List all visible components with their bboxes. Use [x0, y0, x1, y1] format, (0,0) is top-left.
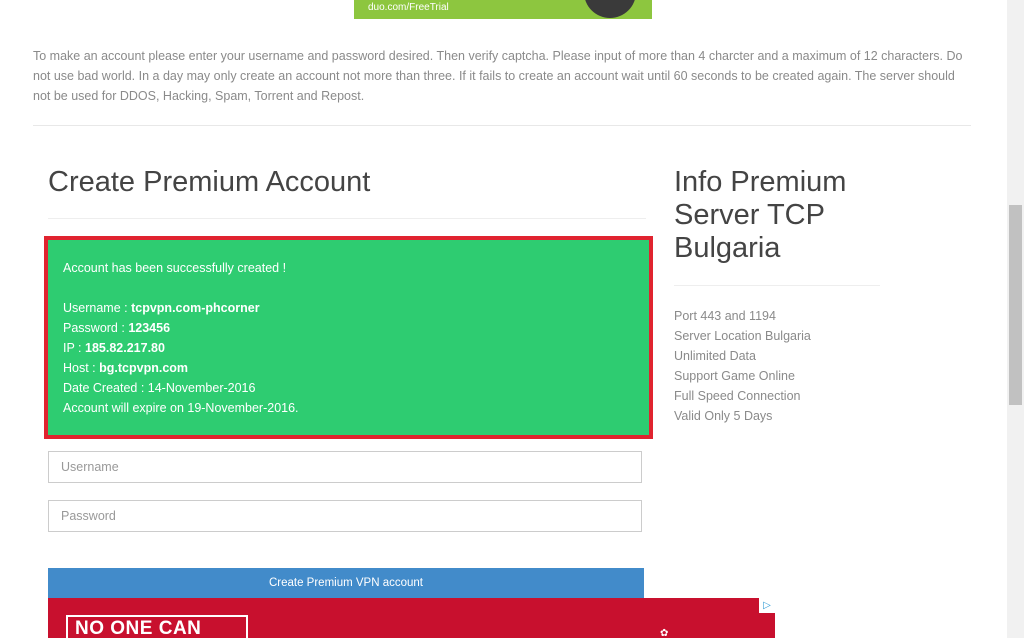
ad-url-text: duo.com/FreeTrial	[368, 2, 449, 13]
password-input[interactable]	[48, 500, 642, 532]
ip-value: 185.82.217.80	[85, 341, 165, 355]
ip-line: IP : 185.82.217.80	[63, 338, 649, 358]
password-value: 123456	[128, 321, 171, 335]
list-item: Unlimited Data	[674, 349, 756, 363]
username-input[interactable]	[48, 451, 642, 483]
list-item: Support Game Online	[674, 369, 795, 383]
top-ad-banner[interactable]: duo.com/FreeTrial	[354, 0, 652, 19]
host-value: bg.tcpvpn.com	[99, 361, 189, 375]
username-label: Username :	[63, 301, 132, 315]
create-account-button[interactable]: Create Premium VPN account	[48, 568, 644, 599]
host-label: Host :	[63, 361, 100, 375]
server-info-list: Port 443 and 1194 Server Location Bulgar…	[674, 306, 811, 426]
expire-date: Account will expire on 19-November-2016.	[63, 401, 299, 415]
password-line: Password : 123456	[63, 318, 649, 338]
list-item: Port 443 and 1194	[674, 309, 776, 323]
username-line: Username : tcpvpn.com-phcorner	[63, 298, 649, 318]
adchoices-icon[interactable]: ▷	[759, 598, 775, 613]
list-item: Full Speed Connection	[674, 389, 801, 403]
date-created: Date Created : 14-November-2016	[63, 381, 256, 395]
bottom-ad-banner[interactable]: NO ONE CAN ✿ ▷	[48, 598, 775, 638]
host-line: Host : bg.tcpvpn.com	[63, 358, 649, 378]
list-item: Valid Only 5 Days	[674, 409, 773, 423]
ad-graphic	[584, 0, 636, 18]
title-divider	[48, 218, 646, 219]
ad-logo-icon: ✿	[660, 628, 669, 638]
ad-text: NO ONE CAN	[75, 618, 202, 638]
password-label: Password :	[63, 321, 129, 335]
page-title: Create Premium Account	[48, 166, 371, 198]
list-item: Server Location Bulgaria	[674, 329, 811, 343]
sidebar-title: Info Premium Server TCP Bulgaria	[674, 166, 847, 264]
success-message: Account has been successfully created !	[63, 261, 287, 275]
sidebar-divider	[674, 285, 880, 286]
success-alert: Account has been successfully created ! …	[44, 236, 653, 439]
intro-text: To make an account please enter your use…	[33, 49, 963, 103]
divider	[33, 125, 971, 126]
scrollbar-thumb[interactable]	[1009, 205, 1022, 405]
page-scrollbar[interactable]	[1007, 0, 1024, 638]
ip-label: IP :	[63, 341, 86, 355]
username-value: tcpvpn.com-phcorner	[131, 301, 260, 315]
